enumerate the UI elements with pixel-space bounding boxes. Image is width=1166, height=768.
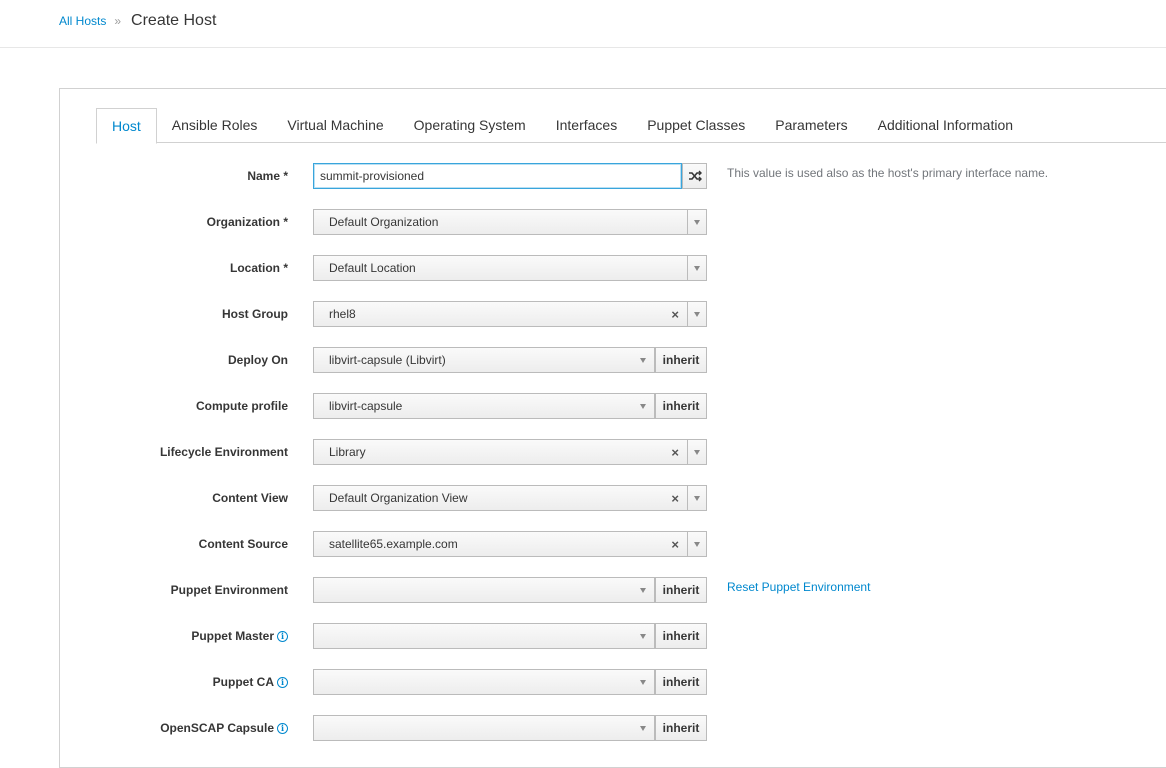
- chevron-down-icon: [640, 670, 646, 694]
- lifecycle-environment-value: Library: [329, 445, 366, 459]
- clear-icon[interactable]: ×: [671, 532, 679, 556]
- tab-ansible-roles[interactable]: Ansible Roles: [157, 108, 273, 143]
- location-select[interactable]: Default Location: [313, 255, 707, 281]
- tab-operating-system[interactable]: Operating System: [399, 108, 541, 143]
- tab-additional-information[interactable]: Additional Information: [863, 108, 1028, 143]
- deploy-on-value: libvirt-capsule (Libvirt): [329, 353, 446, 367]
- deploy-on-inherit-button[interactable]: inherit: [655, 347, 707, 373]
- tab-bar: Host Ansible Roles Virtual Machine Opera…: [96, 108, 1166, 144]
- chevron-down-icon: [687, 486, 706, 510]
- content-source-label: Content Source: [198, 537, 288, 551]
- puppet-ca-label: Puppet CA: [212, 675, 274, 689]
- host-group-select[interactable]: rhel8 ×: [313, 301, 707, 327]
- name-label: Name *: [247, 169, 288, 183]
- randomize-name-button[interactable]: [682, 163, 707, 189]
- puppet-environment-label: Puppet Environment: [170, 583, 288, 597]
- puppet-master-select[interactable]: [313, 623, 655, 649]
- form-row-compute-profile: Compute profile libvirt-capsule inherit: [60, 393, 1166, 419]
- form-row-puppet-master: Puppet Master i inherit: [60, 623, 1166, 649]
- name-help-text: This value is used also as the host's pr…: [727, 166, 1049, 180]
- puppet-master-label-wrap: Puppet Master i: [191, 623, 288, 649]
- compute-profile-label: Compute profile: [196, 399, 288, 413]
- openscap-capsule-inherit-button[interactable]: inherit: [655, 715, 707, 741]
- form-row-host-group: Host Group rhel8 ×: [60, 301, 1166, 327]
- clear-icon[interactable]: ×: [671, 486, 679, 510]
- page-header: All Hosts » Create Host: [0, 0, 1166, 48]
- deploy-on-select[interactable]: libvirt-capsule (Libvirt): [313, 347, 655, 373]
- location-value: Default Location: [329, 261, 416, 275]
- tab-host[interactable]: Host: [96, 108, 157, 144]
- tab-puppet-classes[interactable]: Puppet Classes: [632, 108, 760, 143]
- form-row-puppet-ca: Puppet CA i inherit: [60, 669, 1166, 695]
- form-row-lifecycle-environment: Lifecycle Environment Library ×: [60, 439, 1166, 465]
- puppet-master-label: Puppet Master: [191, 629, 274, 643]
- chevron-down-icon: [687, 302, 706, 326]
- organization-value: Default Organization: [329, 215, 439, 229]
- content-source-select[interactable]: satellite65.example.com ×: [313, 531, 707, 557]
- organization-label: Organization *: [206, 215, 288, 229]
- content-view-select[interactable]: Default Organization View ×: [313, 485, 707, 511]
- page-title: Create Host: [131, 12, 217, 29]
- clear-icon[interactable]: ×: [671, 440, 679, 464]
- clear-icon[interactable]: ×: [671, 302, 679, 326]
- host-group-label: Host Group: [222, 307, 288, 321]
- puppet-environment-select[interactable]: [313, 577, 655, 603]
- organization-select[interactable]: Default Organization: [313, 209, 707, 235]
- chevron-down-icon: [640, 348, 646, 372]
- openscap-capsule-select[interactable]: [313, 715, 655, 741]
- chevron-down-icon: [640, 624, 646, 648]
- form-card: [59, 88, 1166, 768]
- puppet-master-inherit-button[interactable]: inherit: [655, 623, 707, 649]
- form-row-puppet-environment: Puppet Environment inherit Reset Puppet …: [60, 577, 1166, 603]
- content-source-value: satellite65.example.com: [329, 537, 458, 551]
- form-row-openscap-capsule: OpenSCAP Capsule i inherit: [60, 715, 1166, 741]
- lifecycle-environment-select[interactable]: Library ×: [313, 439, 707, 465]
- chevron-down-icon: [687, 532, 706, 556]
- puppet-ca-inherit-button[interactable]: inherit: [655, 669, 707, 695]
- chevron-down-icon: [640, 716, 646, 740]
- tab-virtual-machine[interactable]: Virtual Machine: [272, 108, 398, 143]
- name-input[interactable]: summit-provisioned: [313, 163, 682, 189]
- host-group-value: rhel8: [329, 307, 356, 321]
- compute-profile-inherit-button[interactable]: inherit: [655, 393, 707, 419]
- info-icon[interactable]: i: [277, 677, 288, 688]
- breadcrumb-all-hosts-link[interactable]: All Hosts: [59, 14, 106, 28]
- compute-profile-select[interactable]: libvirt-capsule: [313, 393, 655, 419]
- chevron-down-icon: [687, 256, 706, 280]
- form-row-organization: Organization * Default Organization: [60, 209, 1166, 235]
- breadcrumb: All Hosts » Create Host: [59, 0, 216, 42]
- openscap-capsule-label: OpenSCAP Capsule: [160, 721, 274, 735]
- form-row-content-source: Content Source satellite65.example.com ×: [60, 531, 1166, 557]
- chevron-down-icon: [640, 578, 646, 602]
- lifecycle-environment-label: Lifecycle Environment: [159, 445, 288, 459]
- chevron-down-icon: [687, 210, 706, 234]
- puppet-ca-label-wrap: Puppet CA i: [213, 669, 288, 695]
- location-label: Location *: [229, 261, 288, 275]
- tab-parameters[interactable]: Parameters: [760, 108, 862, 143]
- chevron-down-icon: [687, 440, 706, 464]
- shuffle-icon: [688, 170, 702, 182]
- openscap-capsule-label-wrap: OpenSCAP Capsule i: [160, 715, 288, 741]
- info-icon[interactable]: i: [277, 723, 288, 734]
- chevron-down-icon: [640, 394, 646, 418]
- deploy-on-label: Deploy On: [227, 353, 288, 367]
- compute-profile-value: libvirt-capsule: [329, 399, 403, 413]
- form-row-name: Name * summit-provisioned This value is …: [60, 163, 1166, 189]
- puppet-ca-select[interactable]: [313, 669, 655, 695]
- reset-puppet-environment-link[interactable]: Reset Puppet Environment: [727, 577, 870, 597]
- form-row-content-view: Content View Default Organization View ×: [60, 485, 1166, 511]
- breadcrumb-separator: »: [114, 14, 122, 28]
- puppet-environment-inherit-button[interactable]: inherit: [655, 577, 707, 603]
- content-view-label: Content View: [212, 491, 288, 505]
- form-row-deploy-on: Deploy On libvirt-capsule (Libvirt) inhe…: [60, 347, 1166, 373]
- content-view-value: Default Organization View: [329, 491, 468, 505]
- tab-interfaces[interactable]: Interfaces: [541, 108, 632, 143]
- info-icon[interactable]: i: [277, 631, 288, 642]
- form-row-location: Location * Default Location: [60, 255, 1166, 281]
